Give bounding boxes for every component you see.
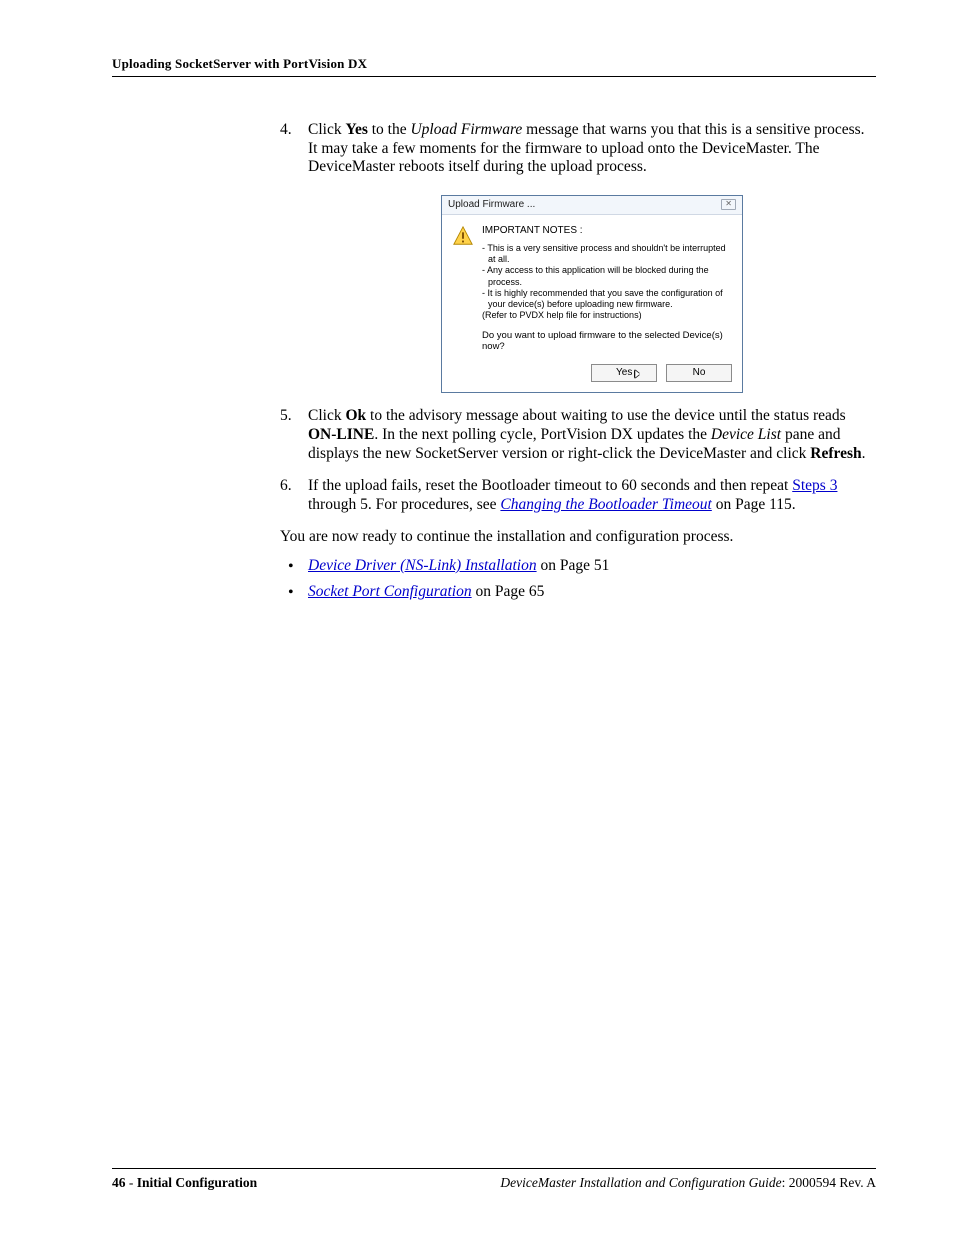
footer-page-number: 46: [112, 1175, 126, 1190]
step-5-text: Click Ok to the advisory message about w…: [308, 407, 866, 461]
dialog-title-text: Upload Firmware ...: [448, 199, 535, 211]
upload-firmware-dialog: Upload Firmware ... ✕ IMPORTANT NOTES :: [441, 195, 743, 394]
step-6-number: 6.: [280, 477, 292, 496]
no-button[interactable]: No: [666, 364, 732, 382]
footer-section: Initial Configuration: [137, 1175, 257, 1190]
link-changing-bootloader-timeout[interactable]: Changing the Bootloader Timeout: [500, 496, 711, 513]
warning-icon: [452, 225, 474, 247]
bullet-device-driver: Device Driver (NS-Link) Installation on …: [280, 557, 876, 576]
close-icon[interactable]: ✕: [721, 199, 736, 210]
bullet-socket-port: Socket Port Configuration on Page 65: [280, 583, 876, 602]
link-device-driver-install[interactable]: Device Driver (NS-Link) Installation: [308, 557, 537, 574]
footer-doc-title: DeviceMaster Installation and Configurat…: [500, 1175, 781, 1190]
dialog-titlebar: Upload Firmware ... ✕: [442, 196, 742, 215]
link-steps-3[interactable]: Steps 3: [792, 477, 837, 494]
step-4: 4. Click Yes to the Upload Firmware mess…: [280, 121, 876, 393]
dialog-note-1: - This is a very sensitive process and s…: [482, 243, 732, 266]
link-socket-port-config[interactable]: Socket Port Configuration: [308, 583, 472, 600]
dialog-note-2: - Any access to this application will be…: [482, 265, 732, 288]
step-5-number: 5.: [280, 407, 292, 426]
step-4-text: Click Yes to the Upload Firmware message…: [308, 121, 865, 175]
dialog-note-4: (Refer to PVDX help file for instruction…: [482, 310, 732, 321]
step-4-number: 4.: [280, 121, 292, 140]
step-5: 5. Click Ok to the advisory message abou…: [280, 407, 876, 463]
footer-right: DeviceMaster Installation and Configurat…: [500, 1175, 876, 1191]
step-6: 6. If the upload fails, reset the Bootlo…: [280, 477, 876, 514]
dialog-question: Do you want to upload firmware to the se…: [482, 330, 732, 353]
dialog-heading: IMPORTANT NOTES :: [482, 225, 732, 237]
footer-rule: [112, 1168, 876, 1169]
continuation-para: You are now ready to continue the instal…: [280, 528, 876, 547]
dialog-note-3: - It is highly recommended that you save…: [482, 288, 732, 311]
yes-button[interactable]: Yes: [591, 364, 657, 382]
content-area: 4. Click Yes to the Upload Firmware mess…: [112, 77, 876, 602]
page-footer: 46 - Initial Configuration DeviceMaster …: [112, 1168, 876, 1191]
footer-left: 46 - Initial Configuration: [112, 1175, 257, 1191]
step-6-text: If the upload fails, reset the Bootloade…: [308, 477, 837, 513]
running-header: Uploading SocketServer with PortVision D…: [112, 56, 876, 72]
footer-rev: : 2000594 Rev. A: [782, 1175, 876, 1190]
